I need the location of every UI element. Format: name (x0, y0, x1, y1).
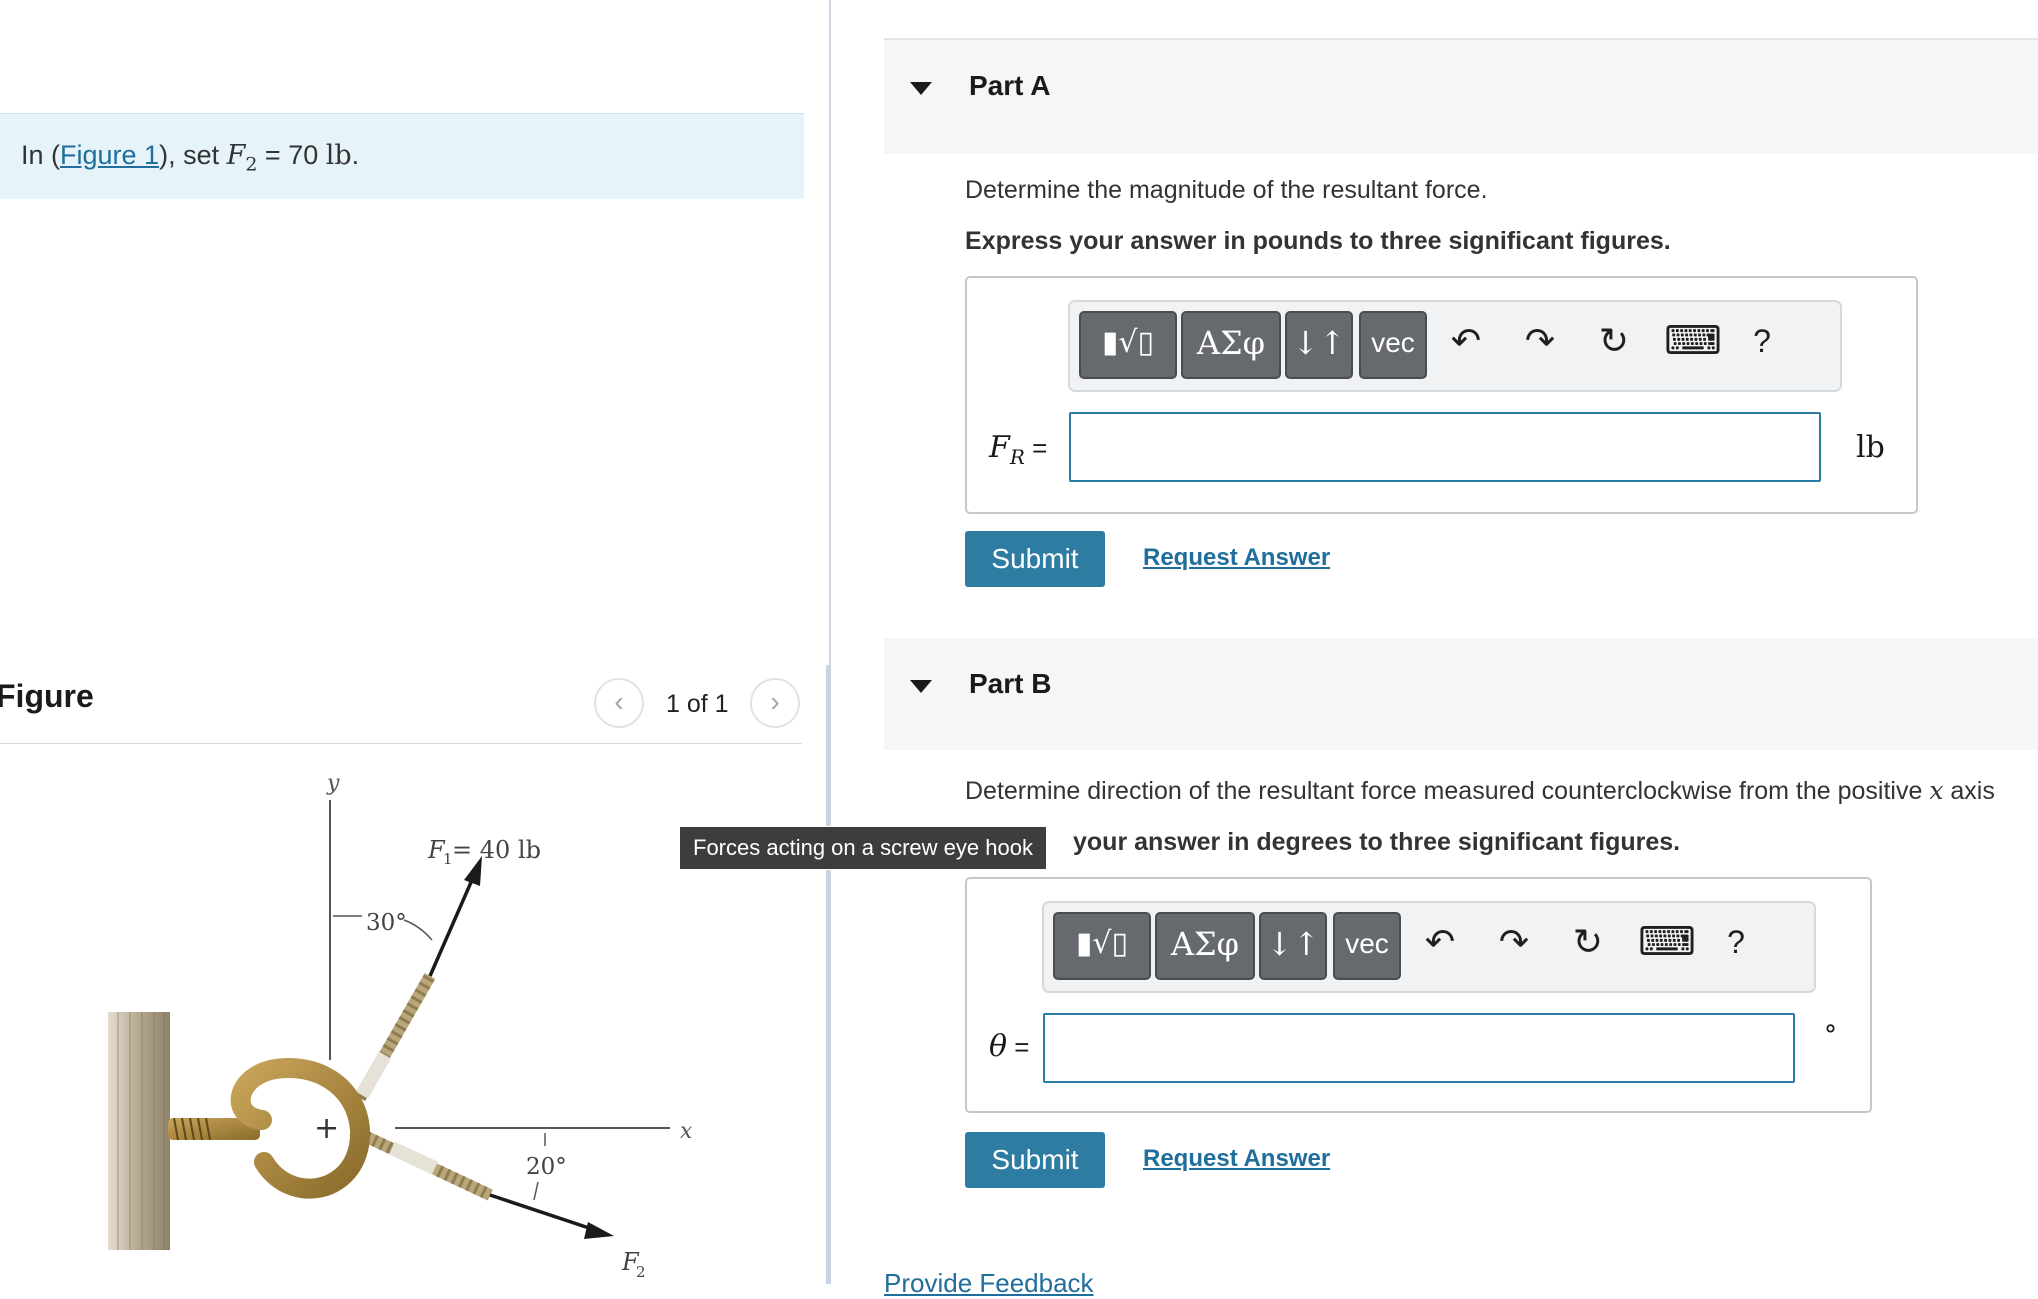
prompt-eq: = 70 (257, 140, 326, 170)
part-b-question-post: axis (1943, 777, 1995, 805)
figure-divider (0, 743, 802, 744)
wall (108, 1012, 170, 1250)
y-axis-label: y (326, 771, 340, 796)
part-a-title: Part A (969, 70, 1051, 101)
part-a-var: F (989, 430, 1010, 465)
part-b-question-pre: Determine direction of the resultant for… (965, 777, 1930, 805)
x-axis-label: x (680, 1119, 693, 1144)
subscript-superscript-button[interactable]: ↓↑ (1259, 912, 1327, 980)
part-a-math-toolbar: ▮√▯ ΑΣφ ↓↑ vec ↶ ↷ ↻ ⌨ ? (1068, 300, 1842, 392)
reset-icon[interactable]: ↻ (1564, 917, 1612, 967)
vector-button[interactable]: vec (1333, 912, 1401, 980)
angle-30-arc (403, 919, 433, 941)
part-b-answer-input[interactable] (1043, 1013, 1795, 1083)
f2-rope-ferrule (389, 1141, 438, 1175)
greek-symbols-button[interactable]: ΑΣφ (1181, 311, 1281, 379)
part-b-equals: = (1007, 1032, 1030, 1062)
collapse-caret-icon (910, 82, 932, 95)
part-a-answer-box: ▮√▯ ΑΣφ ↓↑ vec ↶ ↷ ↻ ⌨ ? FR = lb (965, 276, 1918, 514)
part-a-question: Determine the magnitude of the resultant… (965, 176, 1488, 204)
template-icon: ▮√▯ (1075, 926, 1129, 961)
keyboard-icon[interactable]: ⌨ (1664, 316, 1722, 366)
f2-arrowhead (584, 1222, 614, 1239)
arrows-icon: ↓↑ (1266, 925, 1320, 963)
figure-heading: Figure (0, 678, 94, 714)
f1-value: = 40 lb (452, 836, 541, 864)
part-b-request-answer-link[interactable]: Request Answer (1143, 1145, 1330, 1173)
problem-statement: In (Figure 1), set F2 = 70 lb. (0, 113, 804, 199)
vec-icon: vec (1345, 928, 1389, 959)
prompt-unit: lb (325, 140, 352, 171)
part-b-question: Determine direction of the resultant for… (965, 776, 1995, 806)
figure-tooltip: Forces acting on a screw eye hook (679, 826, 1047, 870)
greek-icon: ΑΣφ (1170, 925, 1240, 963)
part-a-request-answer-link[interactable]: Request Answer (1143, 544, 1330, 572)
undo-icon[interactable]: ↶ (1416, 917, 1464, 967)
reset-icon[interactable]: ↻ (1590, 316, 1638, 366)
part-a-unit: lb (1856, 430, 1885, 465)
angle-20-label: 20° (526, 1154, 567, 1180)
redo-icon[interactable]: ↷ (1516, 316, 1564, 366)
part-b-unit: ° (1824, 1021, 1837, 1051)
pane-divider-accent (826, 665, 829, 1284)
previous-figure-button[interactable]: ‹ (594, 678, 644, 728)
template-button[interactable]: ▮√▯ (1079, 311, 1177, 379)
part-b-title: Part B (969, 668, 1052, 699)
part-b-variable-label: θ = (989, 1029, 1029, 1064)
part-a-header[interactable]: Part A (884, 38, 2038, 154)
redo-icon[interactable]: ↷ (1490, 917, 1538, 967)
figure-link[interactable]: Figure 1 (60, 140, 159, 170)
prompt-end: . (351, 140, 360, 170)
figure-pager-count: 1 of 1 (666, 690, 729, 718)
part-b-answer-box: ▮√▯ ΑΣφ ↓↑ vec ↶ ↷ ↻ ⌨ ? θ = ° (965, 877, 1872, 1113)
template-icon: ▮√▯ (1101, 325, 1155, 360)
part-a-variable-label: FR = (989, 430, 1047, 469)
prompt-sub: 2 (245, 153, 258, 176)
part-b-instruction: your answer in degrees to three signific… (1073, 828, 1681, 856)
part-a-var-sub: R (1009, 445, 1025, 469)
part-b-var: θ (989, 1029, 1008, 1064)
pane-divider (829, 0, 831, 1284)
collapse-caret-icon (910, 680, 932, 693)
part-b-math-toolbar: ▮√▯ ΑΣφ ↓↑ vec ↶ ↷ ↻ ⌨ ? (1042, 901, 1816, 993)
part-b-header[interactable]: Part B (884, 638, 2038, 750)
prompt-pre: In ( (21, 140, 61, 170)
part-a-instruction: Express your answer in pounds to three s… (965, 227, 1671, 255)
keyboard-icon[interactable]: ⌨ (1638, 917, 1696, 967)
f2-arrow-shaft (489, 1193, 596, 1232)
prompt-var: F (226, 140, 246, 171)
origin-marker: + (314, 1111, 339, 1146)
part-a-submit-button[interactable]: Submit (965, 531, 1105, 587)
next-figure-button[interactable]: › (750, 678, 800, 728)
part-b-submit-button[interactable]: Submit (965, 1132, 1105, 1188)
template-button[interactable]: ▮√▯ (1053, 912, 1151, 980)
part-a-answer-input[interactable] (1069, 412, 1821, 482)
prompt-mid: ), set (159, 140, 227, 170)
chevron-right-icon: › (770, 686, 780, 717)
hook-eye (230, 1057, 371, 1199)
help-icon[interactable]: ? (1712, 917, 1760, 967)
angle-20-tick-bottom (533, 1181, 539, 1201)
f2-subscript: 2 (636, 1263, 646, 1281)
f1-arrow-shaft (428, 879, 474, 977)
vec-icon: vec (1371, 327, 1415, 358)
angle-30-label: 30° (366, 910, 407, 936)
problem-panel: In (Figure 1), set F2 = 70 lb. Figure ‹ … (0, 0, 830, 1284)
prompt-text: In (Figure 1), set F2 = 70 lb. (21, 140, 359, 175)
help-icon[interactable]: ? (1738, 316, 1786, 366)
vector-button[interactable]: vec (1359, 311, 1427, 379)
greek-icon: ΑΣφ (1196, 324, 1266, 362)
part-a-equals: = (1024, 433, 1048, 463)
greek-symbols-button[interactable]: ΑΣφ (1155, 912, 1255, 980)
part-b-question-var: x (1929, 776, 1944, 805)
subscript-superscript-button[interactable]: ↓↑ (1285, 311, 1353, 379)
undo-icon[interactable]: ↶ (1442, 316, 1490, 366)
arrows-icon: ↓↑ (1292, 324, 1346, 362)
f1-rope-ferrule (355, 1051, 392, 1099)
chevron-left-icon: ‹ (614, 686, 624, 717)
